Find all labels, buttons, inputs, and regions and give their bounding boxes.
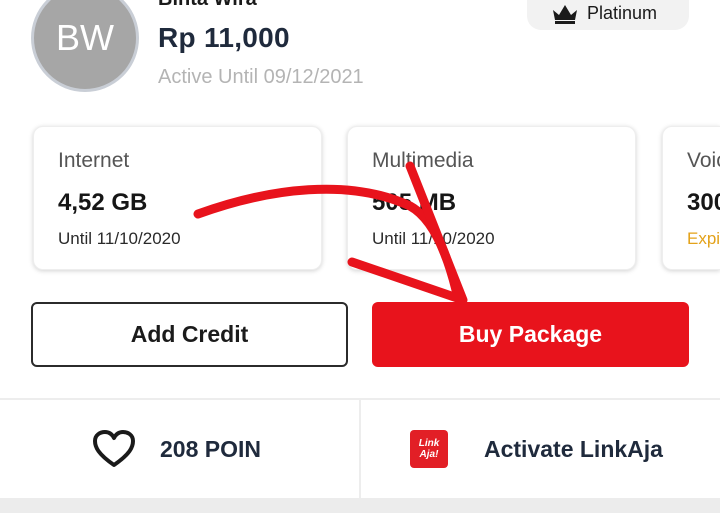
- bottom-band: [0, 498, 720, 513]
- quota-card-expiry: Until 11/10/2020: [372, 229, 495, 248]
- active-until-date: Active Until 09/12/2021: [158, 66, 364, 88]
- quota-card-amount: 505 MB: [372, 189, 457, 216]
- quota-card-title: Voice: [687, 149, 720, 172]
- points-item[interactable]: 208 POIN: [92, 400, 261, 498]
- footer-divider: [359, 400, 361, 498]
- quota-card-amount: 300: [687, 189, 720, 216]
- quota-card-title: Multimedia: [372, 149, 474, 172]
- tier-label: Platinum: [587, 2, 658, 23]
- crown-icon: [553, 5, 577, 24]
- credit-balance: Rp 11,000: [158, 22, 290, 53]
- quota-card-title: Internet: [58, 149, 130, 172]
- quota-card-expiry: Expi: [687, 229, 720, 248]
- quota-card-multimedia[interactable]: Multimedia 505 MB Until 11/10/2020: [347, 126, 636, 270]
- user-name: Binta Wira: [158, 0, 257, 11]
- quota-card-amount: 4,52 GB: [58, 189, 148, 216]
- add-credit-button[interactable]: Add Credit: [31, 302, 348, 367]
- points-label: 208 POIN: [160, 435, 261, 462]
- tier-badge[interactable]: Platinum: [527, 0, 689, 30]
- quota-card-voice[interactable]: Voice 300 Expi: [662, 126, 720, 270]
- quota-card-expiry: Until 11/10/2020: [58, 229, 181, 248]
- linkaja-logo: Link Aja!: [410, 430, 448, 468]
- linkaja-label: Activate LinkAja: [484, 435, 663, 462]
- avatar-initials: BW: [56, 17, 114, 58]
- quota-card-internet[interactable]: Internet 4,52 GB Until 11/10/2020: [33, 126, 322, 270]
- linkaja-logo-text: Link: [418, 438, 440, 449]
- profile-avatar[interactable]: BW: [31, 0, 139, 92]
- activate-linkaja-item[interactable]: Link Aja! Activate LinkAja: [410, 400, 663, 498]
- buy-package-button[interactable]: Buy Package: [372, 302, 689, 367]
- heart-icon: [93, 430, 135, 467]
- linkaja-logo-text: Aja!: [419, 449, 439, 460]
